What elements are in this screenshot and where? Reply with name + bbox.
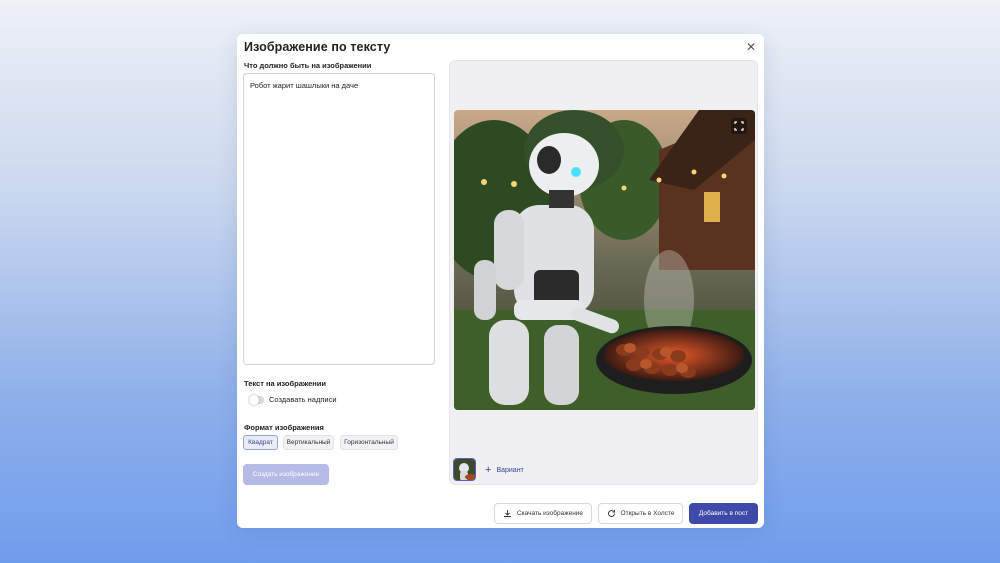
add-variant-button[interactable]: + Вариант [485, 464, 524, 476]
download-label: Скачать изображение [516, 510, 584, 517]
prompt-textarea[interactable]: Робот жарит шашлыки на даче [243, 73, 435, 365]
robot-bbq-illustration [454, 110, 755, 410]
variant-thumbnail[interactable] [453, 458, 476, 481]
download-icon [503, 510, 511, 517]
toggle-knob [249, 395, 259, 405]
fullscreen-icon[interactable] [731, 118, 747, 134]
download-image-button[interactable]: Скачать изображение [494, 503, 592, 524]
generated-image [454, 110, 755, 410]
format-label: Формат изображения [244, 423, 324, 432]
thumbnail-image [454, 459, 475, 480]
format-square-button[interactable]: Квадрат [243, 435, 278, 450]
captions-toggle[interactable] [249, 395, 264, 405]
refresh-icon [607, 510, 615, 517]
expand-icon [734, 121, 744, 131]
variant-label: Вариант [496, 466, 524, 474]
format-vertical-button[interactable]: Вертикальный [283, 435, 334, 450]
add-to-post-button[interactable]: Добавить в пост [689, 503, 758, 524]
close-icon[interactable]: ✕ [744, 40, 758, 54]
text-on-image-label: Текст на изображении [244, 379, 327, 388]
open-canvas-label: Открыть в Холсте [620, 510, 675, 517]
open-in-canvas-button[interactable]: Открыть в Холсте [598, 503, 683, 524]
preview-panel: + Вариант [449, 60, 758, 485]
format-horizontal-button[interactable]: Горизонтальный [340, 435, 398, 450]
prompt-label: Что должно быть на изображении [244, 61, 372, 70]
plus-icon: + [485, 464, 492, 476]
dialog-title: Изображение по тексту [244, 40, 391, 54]
image-from-text-dialog: Изображение по тексту ✕ Что должно быть … [237, 34, 764, 528]
captions-toggle-label: Создавать надписи [269, 395, 337, 404]
create-image-button[interactable]: Создать изображение [243, 464, 329, 485]
